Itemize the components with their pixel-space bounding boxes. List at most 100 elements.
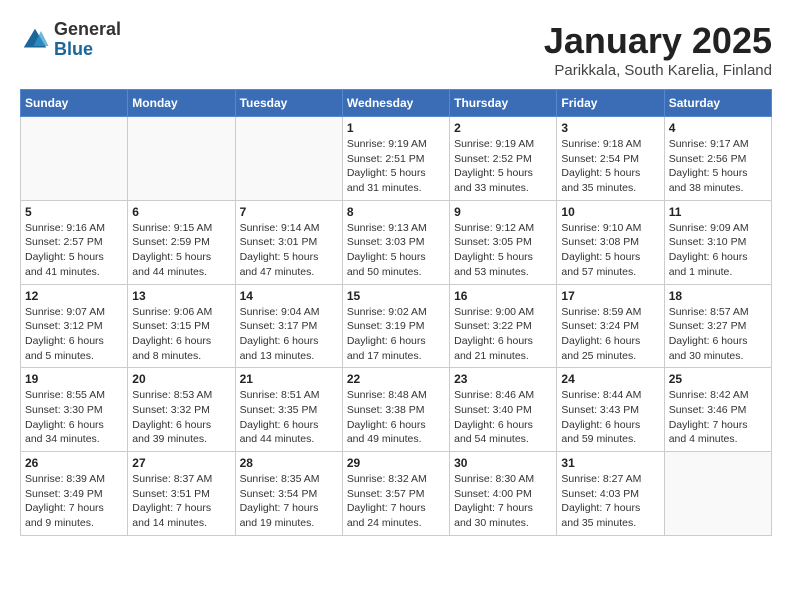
day-number: 10 xyxy=(561,205,659,219)
weekday-header: Tuesday xyxy=(235,90,342,117)
day-number: 2 xyxy=(454,121,552,135)
day-number: 23 xyxy=(454,372,552,386)
day-info: Sunrise: 8:53 AM Sunset: 3:32 PM Dayligh… xyxy=(132,388,230,447)
calendar-cell: 9 Sunrise: 9:12 AM Sunset: 3:05 PM Daylig… xyxy=(450,200,557,284)
page-header: General Blue January 2025 Parikkala, Sou… xyxy=(20,20,772,79)
calendar-cell: 30Sunrise: 8:30 AM Sunset: 4:00 PM Dayli… xyxy=(450,452,557,536)
day-number: 11 xyxy=(669,205,767,219)
day-number: 13 xyxy=(132,289,230,303)
day-number: 5 xyxy=(25,205,123,219)
calendar-cell: 31Sunrise: 8:27 AM Sunset: 4:03 PM Dayli… xyxy=(557,452,664,536)
day-number: 26 xyxy=(25,456,123,470)
weekday-header: Friday xyxy=(557,90,664,117)
day-info: Sunrise: 8:37 AM Sunset: 3:51 PM Dayligh… xyxy=(132,472,230,531)
weekday-header: Monday xyxy=(128,90,235,117)
day-info: Sunrise: 9:13 AM Sunset: 3:03 PM Dayligh… xyxy=(347,221,445,280)
day-number: 20 xyxy=(132,372,230,386)
day-info: Sunrise: 9:10 AM Sunset: 3:08 PM Dayligh… xyxy=(561,221,659,280)
calendar-cell: 24Sunrise: 8:44 AM Sunset: 3:43 PM Dayli… xyxy=(557,368,664,452)
day-info: Sunrise: 8:32 AM Sunset: 3:57 PM Dayligh… xyxy=(347,472,445,531)
calendar-cell: 28Sunrise: 8:35 AM Sunset: 3:54 PM Dayli… xyxy=(235,452,342,536)
calendar-cell: 13 Sunrise: 9:06 AM Sunset: 3:15 PM Dayli… xyxy=(128,284,235,368)
day-number: 22 xyxy=(347,372,445,386)
calendar-week-row: 19Sunrise: 8:55 AM Sunset: 3:30 PM Dayli… xyxy=(21,368,772,452)
day-info: Sunrise: 8:39 AM Sunset: 3:49 PM Dayligh… xyxy=(25,472,123,531)
day-number: 29 xyxy=(347,456,445,470)
day-number: 9 xyxy=(454,205,552,219)
day-info: Sunrise: 9:07 AM Sunset: 3:12 PM Dayligh… xyxy=(25,305,123,364)
day-info: Sunrise: 8:51 AM Sunset: 3:35 PM Dayligh… xyxy=(240,388,338,447)
day-info: Sunrise: 8:42 AM Sunset: 3:46 PM Dayligh… xyxy=(669,388,767,447)
calendar-cell: 29 Sunrise: 8:32 AM Sunset: 3:57 PM Dayli… xyxy=(342,452,449,536)
day-number: 28 xyxy=(240,456,338,470)
day-info: Sunrise: 9:12 AM Sunset: 3:05 PM Dayligh… xyxy=(454,221,552,280)
day-number: 6 xyxy=(132,205,230,219)
logo: General Blue xyxy=(20,20,121,60)
calendar-cell: 27 Sunrise: 8:37 AM Sunset: 3:51 PM Dayli… xyxy=(128,452,235,536)
day-info: Sunrise: 8:30 AM Sunset: 4:00 PM Dayligh… xyxy=(454,472,552,531)
logo-blue: Blue xyxy=(54,40,121,60)
day-info: Sunrise: 8:59 AM Sunset: 3:24 PM Dayligh… xyxy=(561,305,659,364)
calendar-cell xyxy=(235,117,342,201)
location: Parikkala, South Karelia, Finland xyxy=(544,62,772,79)
day-number: 27 xyxy=(132,456,230,470)
day-number: 21 xyxy=(240,372,338,386)
day-info: Sunrise: 9:16 AM Sunset: 2:57 PM Dayligh… xyxy=(25,221,123,280)
day-info: Sunrise: 9:02 AM Sunset: 3:19 PM Dayligh… xyxy=(347,305,445,364)
day-info: Sunrise: 9:04 AM Sunset: 3:17 PM Dayligh… xyxy=(240,305,338,364)
calendar-week-row: 1 Sunrise: 9:19 AM Sunset: 2:51 PM Daylig… xyxy=(21,117,772,201)
day-info: Sunrise: 9:15 AM Sunset: 2:59 PM Dayligh… xyxy=(132,221,230,280)
day-info: Sunrise: 9:14 AM Sunset: 3:01 PM Dayligh… xyxy=(240,221,338,280)
calendar-cell: 18 Sunrise: 8:57 AM Sunset: 3:27 PM Dayli… xyxy=(664,284,771,368)
calendar-header: SundayMondayTuesdayWednesdayThursdayFrid… xyxy=(21,90,772,117)
calendar-cell: 23Sunrise: 8:46 AM Sunset: 3:40 PM Dayli… xyxy=(450,368,557,452)
calendar-cell: 17Sunrise: 8:59 AM Sunset: 3:24 PM Dayli… xyxy=(557,284,664,368)
day-number: 14 xyxy=(240,289,338,303)
calendar-week-row: 26 Sunrise: 8:39 AM Sunset: 3:49 PM Dayli… xyxy=(21,452,772,536)
calendar-week-row: 12 Sunrise: 9:07 AM Sunset: 3:12 PM Dayli… xyxy=(21,284,772,368)
calendar-cell: 26 Sunrise: 8:39 AM Sunset: 3:49 PM Dayli… xyxy=(21,452,128,536)
calendar-cell xyxy=(21,117,128,201)
calendar-cell: 5 Sunrise: 9:16 AM Sunset: 2:57 PM Daylig… xyxy=(21,200,128,284)
weekday-header: Thursday xyxy=(450,90,557,117)
calendar-cell: 11 Sunrise: 9:09 AM Sunset: 3:10 PM Dayli… xyxy=(664,200,771,284)
calendar-cell: 20 Sunrise: 8:53 AM Sunset: 3:32 PM Dayli… xyxy=(128,368,235,452)
day-number: 12 xyxy=(25,289,123,303)
calendar-week-row: 5 Sunrise: 9:16 AM Sunset: 2:57 PM Daylig… xyxy=(21,200,772,284)
calendar-cell: 6 Sunrise: 9:15 AM Sunset: 2:59 PM Daylig… xyxy=(128,200,235,284)
day-number: 4 xyxy=(669,121,767,135)
day-number: 25 xyxy=(669,372,767,386)
day-number: 31 xyxy=(561,456,659,470)
month-title: January 2025 xyxy=(544,20,772,62)
day-info: Sunrise: 9:19 AM Sunset: 2:51 PM Dayligh… xyxy=(347,137,445,196)
day-info: Sunrise: 8:44 AM Sunset: 3:43 PM Dayligh… xyxy=(561,388,659,447)
day-number: 19 xyxy=(25,372,123,386)
day-info: Sunrise: 9:09 AM Sunset: 3:10 PM Dayligh… xyxy=(669,221,767,280)
weekday-header: Sunday xyxy=(21,90,128,117)
weekday-header: Wednesday xyxy=(342,90,449,117)
day-number: 15 xyxy=(347,289,445,303)
day-info: Sunrise: 9:06 AM Sunset: 3:15 PM Dayligh… xyxy=(132,305,230,364)
calendar-cell: 19Sunrise: 8:55 AM Sunset: 3:30 PM Dayli… xyxy=(21,368,128,452)
calendar-cell: 3Sunrise: 9:18 AM Sunset: 2:54 PM Daylig… xyxy=(557,117,664,201)
calendar-cell: 7Sunrise: 9:14 AM Sunset: 3:01 PM Daylig… xyxy=(235,200,342,284)
day-number: 1 xyxy=(347,121,445,135)
logo-general: General xyxy=(54,20,121,40)
weekday-header: Saturday xyxy=(664,90,771,117)
day-info: Sunrise: 9:00 AM Sunset: 3:22 PM Dayligh… xyxy=(454,305,552,364)
calendar-body: 1 Sunrise: 9:19 AM Sunset: 2:51 PM Daylig… xyxy=(21,117,772,536)
calendar-cell: 12 Sunrise: 9:07 AM Sunset: 3:12 PM Dayli… xyxy=(21,284,128,368)
day-info: Sunrise: 9:17 AM Sunset: 2:56 PM Dayligh… xyxy=(669,137,767,196)
day-number: 8 xyxy=(347,205,445,219)
calendar: SundayMondayTuesdayWednesdayThursdayFrid… xyxy=(20,89,772,536)
calendar-cell: 14 Sunrise: 9:04 AM Sunset: 3:17 PM Dayli… xyxy=(235,284,342,368)
day-number: 18 xyxy=(669,289,767,303)
day-info: Sunrise: 8:57 AM Sunset: 3:27 PM Dayligh… xyxy=(669,305,767,364)
calendar-cell: 25 Sunrise: 8:42 AM Sunset: 3:46 PM Dayli… xyxy=(664,368,771,452)
calendar-cell: 4 Sunrise: 9:17 AM Sunset: 2:56 PM Daylig… xyxy=(664,117,771,201)
calendar-cell: 15 Sunrise: 9:02 AM Sunset: 3:19 PM Dayli… xyxy=(342,284,449,368)
day-number: 3 xyxy=(561,121,659,135)
title-block: January 2025 Parikkala, South Karelia, F… xyxy=(544,20,772,79)
calendar-cell: 16Sunrise: 9:00 AM Sunset: 3:22 PM Dayli… xyxy=(450,284,557,368)
calendar-cell xyxy=(664,452,771,536)
